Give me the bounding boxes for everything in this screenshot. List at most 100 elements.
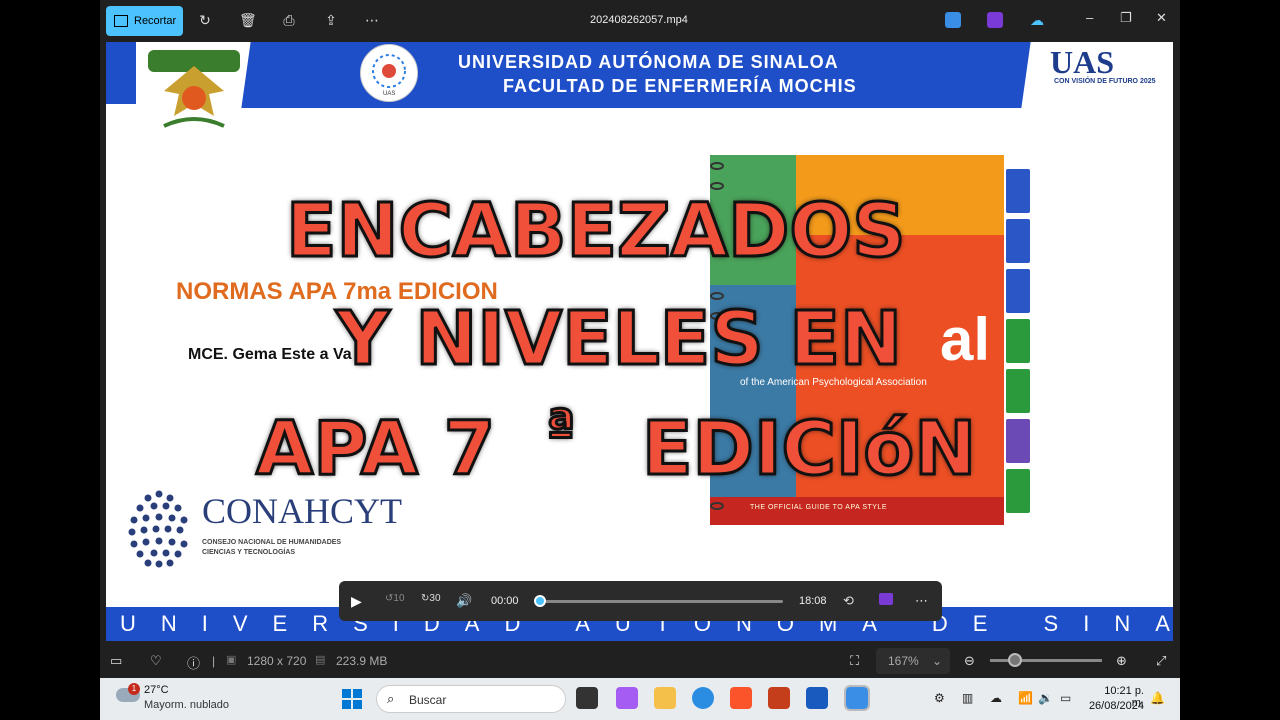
book-footer: THE OFFICIAL GUIDE TO APA STYLE: [750, 504, 887, 511]
zoom-dropdown[interactable]: 167% ⌄: [876, 648, 950, 674]
clipchamp-icon[interactable]: [987, 12, 1003, 28]
restore-icon[interactable]: ❐: [1120, 10, 1132, 26]
seek-knob[interactable]: [534, 595, 546, 607]
player-more-icon[interactable]: ⋯: [915, 593, 928, 609]
author-name: MCE. Gema Este a Va: [188, 346, 352, 363]
spiral-ring: [710, 162, 724, 170]
cloud-tray-icon[interactable]: ☁: [990, 691, 1002, 705]
filmstrip-icon[interactable]: ▭: [110, 653, 122, 669]
overlay-line-2: Y NIVELES EN: [335, 295, 904, 384]
taskbar-search[interactable]: ⌕ Buscar: [376, 685, 566, 713]
copilot-icon[interactable]: [616, 687, 638, 709]
rotate-icon[interactable]: ↻: [197, 12, 213, 28]
seek-bar[interactable]: [539, 600, 783, 603]
more-options-icon[interactable]: ⋯: [364, 12, 380, 28]
tray-app-icon[interactable]: ▥: [962, 691, 973, 705]
letterbox-left: [0, 0, 100, 720]
fullscreen-icon[interactable]: ⤢: [1156, 653, 1166, 669]
settings-sliders-icon[interactable]: ⚙: [934, 691, 945, 705]
file-size-icon: ▤: [315, 654, 326, 666]
start-button[interactable]: [342, 689, 362, 709]
crop-icon: [114, 15, 128, 27]
uas-tagline: CON VISIÓN DE FUTURO 2025: [1054, 78, 1156, 85]
weather-desc[interactable]: Mayorm. nublado: [144, 699, 229, 711]
powerpoint-icon[interactable]: [768, 687, 790, 709]
favorite-heart-icon[interactable]: ♡: [150, 653, 162, 669]
image-dimensions: 1280 x 720: [247, 654, 307, 668]
divider: |: [212, 654, 216, 668]
conahcyt-subtitle-line2: CIENCIAS Y TECNOLOGÍAS: [202, 549, 296, 556]
dimensions-icon: ▣: [226, 654, 237, 666]
uas-logo-icon: UAS: [360, 44, 418, 102]
overlay-line-1: ENCABEZADOS: [285, 187, 908, 276]
task-view-icon[interactable]: [576, 687, 598, 709]
uas-small-label: UAS: [383, 91, 395, 97]
skip-forward-icon[interactable]: ↻30: [421, 593, 441, 604]
book-tabs: [1006, 169, 1030, 513]
letterbox-right: [1180, 0, 1280, 720]
book-big-letters: al: [940, 306, 991, 373]
crop-label: Recortar: [134, 15, 177, 27]
wifi-icon[interactable]: 📶: [1018, 691, 1033, 705]
conahcyt-subtitle: CONSEJO NACIONAL DE HUMANIDADES CIENCIAS…: [202, 538, 341, 558]
file-title: 202408262057.mp4: [590, 14, 688, 26]
close-icon[interactable]: ✕: [1156, 10, 1167, 26]
share-icon[interactable]: ⇪: [323, 12, 339, 28]
search-label: Buscar: [409, 693, 447, 707]
taskbar: 1 27°C Mayorm. nublado ⌕ Buscar ⚙ ▥ ☁ 📶 …: [100, 678, 1180, 720]
conahcyt-subtitle-line1: CONSEJO NACIONAL DE HUMANIDADES: [202, 539, 342, 546]
header-university: UNIVERSIDAD AUTÓNOMA DE SINALOA: [458, 52, 839, 72]
brave-icon[interactable]: [730, 687, 752, 709]
chevron-down-icon: ⌄: [932, 654, 943, 668]
faculty-crest-icon: [148, 50, 240, 128]
photos-app-icon[interactable]: [844, 685, 870, 711]
search-icon: ⌕: [387, 691, 395, 706]
file-explorer-icon[interactable]: [654, 687, 676, 709]
overlay-line-3a: APA 7: [254, 405, 496, 494]
overlay-line-3c: EDICIóN: [640, 405, 977, 494]
overlay-line-3b: ª: [544, 399, 576, 462]
clipchamp-edit-icon[interactable]: [879, 593, 893, 605]
weather-badge: 1: [128, 683, 140, 695]
battery-icon[interactable]: ▭: [1060, 691, 1071, 705]
current-time: 00:00: [491, 595, 519, 607]
edge-icon[interactable]: [692, 687, 714, 709]
zoom-out-icon[interactable]: ⊖: [964, 653, 975, 669]
word-icon[interactable]: [806, 687, 828, 709]
uas-brand-text: UAS: [1050, 44, 1115, 80]
onedrive-icon[interactable]: ☁: [1029, 12, 1045, 28]
media-player-controls: ▶ ↺10 ↻30 🔊 00:00 18:08 ⟲ ⋯: [339, 581, 942, 621]
header-band-left: [106, 42, 136, 104]
repeat-icon[interactable]: ⟲: [843, 593, 854, 609]
volume-icon[interactable]: 🔊: [456, 593, 472, 609]
zoom-slider[interactable]: [990, 659, 1102, 662]
file-size: 223.9 MB: [336, 654, 388, 668]
photos-app-window: Recortar ↻ 🗑 ⎙ ⇪ ⋯ 202408262057.mp4 ☁ – …: [100, 0, 1180, 720]
speaker-icon[interactable]: 🔉: [1038, 691, 1053, 705]
print-icon[interactable]: ⎙: [281, 12, 297, 28]
fit-screen-icon[interactable]: ⛶: [850, 653, 859, 669]
minimize-icon[interactable]: –: [1086, 10, 1093, 25]
zoom-value: 167%: [888, 654, 919, 668]
conahcyt-name: CONAHCYT: [202, 491, 403, 531]
zoom-slider-knob[interactable]: [1008, 653, 1022, 667]
title-bar: Recortar ↻ 🗑 ⎙ ⇪ ⋯ 202408262057.mp4 ☁ – …: [100, 0, 1180, 40]
skip-forward-label: 30: [429, 593, 441, 604]
conahcyt-logo-icon: [128, 490, 188, 568]
video-frame[interactable]: UAS UNIVERSIDAD AUTÓNOMA DE SINALOA FACU…: [106, 42, 1173, 641]
clock-date[interactable]: 26/08/2024: [1086, 700, 1144, 712]
crop-button[interactable]: Recortar: [106, 6, 183, 36]
weather-temp[interactable]: 27°C: [144, 684, 169, 696]
notification-bell-icon[interactable]: 🔔: [1150, 691, 1165, 705]
edit-image-icon[interactable]: [945, 12, 961, 28]
spiral-ring: [710, 502, 724, 510]
total-time: 18:08: [799, 595, 827, 607]
delete-icon[interactable]: 🗑: [239, 12, 257, 28]
status-bar: ▭ ♡ ⓘ | ▣ 1280 x 720 ▤ 223.9 MB ⛶ 167% ⌄…: [100, 643, 1180, 678]
skip-back-icon[interactable]: ↺10: [385, 593, 405, 604]
header-faculty: FACULTAD DE ENFERMERÍA MOCHIS: [503, 76, 857, 96]
skip-back-label: 10: [393, 593, 405, 604]
play-icon[interactable]: ▶: [351, 593, 362, 610]
zoom-in-icon[interactable]: ⊕: [1116, 653, 1127, 669]
info-icon[interactable]: ⓘ: [187, 653, 200, 672]
